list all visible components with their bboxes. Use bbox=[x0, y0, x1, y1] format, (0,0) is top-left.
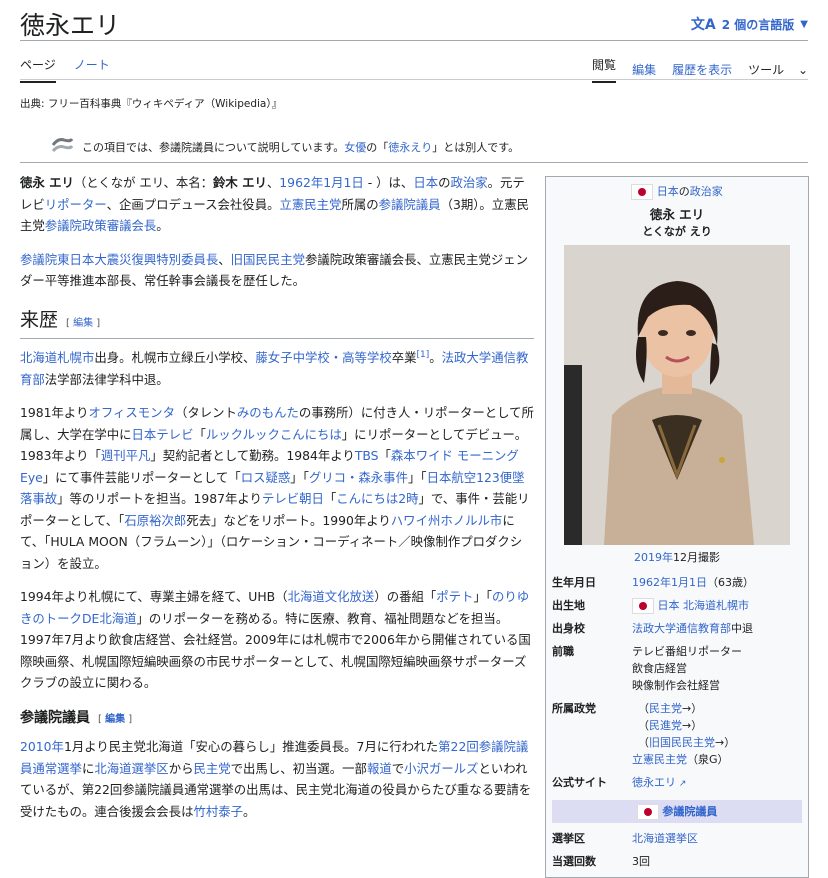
link-glico[interactable]: グリコ・森永事件 bbox=[309, 470, 408, 485]
link-japan[interactable]: 日本 bbox=[657, 185, 679, 198]
infobox-row-school: 出身校 法政大学通信教育部中退 bbox=[552, 622, 753, 635]
office-bar: 参議院議員 bbox=[552, 800, 802, 823]
link-politician[interactable]: 政治家 bbox=[450, 175, 487, 190]
link-birthplace[interactable]: 日本 北海道札幌市 bbox=[658, 599, 750, 612]
link-ozawa-girls[interactable]: 小沢ガールズ bbox=[404, 761, 478, 776]
link-konnichiwa-2ji[interactable]: こんにちは2時 bbox=[336, 491, 418, 506]
councillor-paragraph: 2010年1月より民主党北海道「安心の暮らし」推進委員長。7月に行われた第22回… bbox=[20, 739, 532, 819]
page-title: 徳永エリ bbox=[20, 11, 121, 40]
section-heading-career: 来歴[ 編集 ] bbox=[20, 309, 534, 339]
link-sapporo[interactable]: 北海道札幌市 bbox=[20, 350, 94, 365]
reference-1[interactable]: [1] bbox=[417, 350, 430, 360]
link-politician[interactable]: 政治家 bbox=[690, 185, 723, 198]
tab-history[interactable]: 履歴を表示 bbox=[672, 61, 732, 78]
tools-label: ツール bbox=[748, 63, 785, 77]
link-ntv[interactable]: 日本テレビ bbox=[132, 427, 194, 442]
link-councillor[interactable]: 参議院議員 bbox=[379, 197, 441, 212]
title-divider bbox=[20, 40, 808, 41]
infobox: 日本の政治家 徳永 エリ とくなが えり 2019年12月撮影 生年月日 196… bbox=[545, 176, 809, 878]
japan-flag-icon bbox=[636, 804, 659, 820]
infobox-row-wins: 当選回数 3回 bbox=[552, 855, 650, 868]
link-reporter[interactable]: リポーター bbox=[45, 197, 107, 212]
tools-menu[interactable]: ツール ⌄ bbox=[748, 61, 808, 78]
link-party-cdp[interactable]: 立憲民主党 bbox=[632, 753, 687, 766]
infobox-row-district: 選挙区 北海道選挙区 bbox=[552, 832, 698, 845]
language-count: 2 個の言語版 bbox=[721, 17, 795, 32]
link-news[interactable]: 報道 bbox=[367, 761, 392, 776]
infobox-header: 日本の政治家 bbox=[546, 177, 808, 200]
portrait-photo[interactable] bbox=[564, 245, 790, 545]
link-office[interactable]: 参議院議員 bbox=[662, 805, 717, 818]
link-office-monta[interactable]: オフィスモンタ bbox=[88, 405, 175, 420]
link-tv-asahi[interactable]: テレビ朝日 bbox=[262, 491, 324, 506]
edit-link[interactable]: 編集 bbox=[105, 714, 125, 725]
link-ishihara[interactable]: 石原裕次郎 bbox=[124, 513, 186, 528]
hatnote: この項目では、参議院議員について説明しています。女優の「徳永えり」とは別人です。 bbox=[50, 136, 519, 157]
section-heading-councillor: 参議院議員[ 編集 ] bbox=[20, 709, 133, 726]
link-tokunaga-eri[interactable]: 徳永えり bbox=[388, 141, 432, 154]
portrait-illustration bbox=[564, 245, 790, 545]
infobox-row-website: 公式サイト 徳永エリ ↗ bbox=[552, 776, 687, 789]
career-paragraph-1: 北海道札幌市出身。札幌市立緑丘小学校、藤女子中学校・高等学校卒業[1]。法政大学… bbox=[20, 349, 529, 387]
link-old-dpfp[interactable]: 旧国民民主党 bbox=[231, 252, 305, 267]
link-2019[interactable]: 2019年 bbox=[634, 551, 673, 564]
japan-flag-icon bbox=[632, 598, 654, 614]
link-heibon[interactable]: 週刊平凡 bbox=[101, 448, 151, 463]
link-potato[interactable]: ポテト bbox=[436, 589, 473, 604]
chevron-down-icon: ▼ bbox=[800, 18, 808, 30]
link-policy-chair[interactable]: 参議院政策審議会長 bbox=[45, 218, 157, 233]
career-paragraph-3: 1994年より札幌にて、専業主婦を経て、UHB（北海道文化放送）の番組「ポテト」… bbox=[20, 589, 531, 690]
link-2010[interactable]: 2010年 bbox=[20, 739, 64, 754]
link-takemura[interactable]: 竹村泰子 bbox=[193, 804, 243, 819]
edit-link[interactable]: 編集 bbox=[73, 318, 93, 329]
photo-caption: 2019年12月撮影 bbox=[634, 551, 720, 564]
link-los-giwaku[interactable]: ロス疑惑 bbox=[241, 470, 291, 485]
translate-icon: 文A bbox=[690, 17, 716, 33]
link-cdp[interactable]: 立憲民主党 bbox=[279, 197, 341, 212]
infobox-name: 徳永 エリ bbox=[649, 207, 705, 222]
link-actress[interactable]: 女優 bbox=[344, 141, 366, 154]
link-dob[interactable]: 1962年1月1日 bbox=[279, 175, 363, 190]
link-hokkaido-district[interactable]: 北海道選挙区 bbox=[94, 761, 168, 776]
link-uhb[interactable]: 北海道文化放送 bbox=[288, 589, 375, 604]
external-link-icon: ↗ bbox=[676, 779, 687, 789]
link-tbs[interactable]: TBS bbox=[355, 448, 379, 463]
hatnote-text: この項目では、参議院議員について説明しています。女優の「徳永えり」とは別人です。 bbox=[82, 140, 520, 154]
infobox-row-birthplace: 出生地 日本 北海道札幌市 bbox=[552, 598, 750, 614]
link-honolulu[interactable]: ハワイ州ホノルル市 bbox=[391, 513, 503, 528]
link-district[interactable]: 北海道選挙区 bbox=[632, 832, 698, 845]
link-dpj[interactable]: 民主党 bbox=[193, 761, 230, 776]
infobox-row-previous-job: 前職 テレビ番組リポーター 飲食店経営 映像制作会社経営 bbox=[552, 645, 742, 692]
infobox-row-party: 所属政党 （民主党→） （民進党→） （旧国民民主党→） 立憲民主党（泉G） bbox=[552, 702, 736, 766]
link-mino-monta[interactable]: みのもんた bbox=[237, 405, 299, 420]
hatnote-divider bbox=[20, 162, 808, 163]
tabs-divider bbox=[20, 79, 808, 80]
link-japan[interactable]: 日本 bbox=[413, 175, 438, 190]
link-party-old-dpfp[interactable]: 旧国民民主党 bbox=[649, 736, 715, 749]
link-party-dpj[interactable]: 民主党 bbox=[649, 702, 682, 715]
career-paragraph-2: 1981年よりオフィスモンタ（タレントみのもんたの事務所）に付き人・リポーターと… bbox=[20, 405, 534, 571]
tab-edit[interactable]: 編集 bbox=[632, 61, 656, 78]
link-reconstruction-committee[interactable]: 参議院東日本大震災復興特別委員長 bbox=[20, 252, 218, 267]
language-button[interactable]: 文A 2 個の言語版 ▼ bbox=[691, 14, 808, 34]
link-birthdate[interactable]: 1962年1月1日 bbox=[632, 576, 707, 589]
disambiguation-icon bbox=[50, 136, 74, 157]
source-line: 出典: フリー百科事典『ウィキペディア（Wikipedia）』 bbox=[20, 98, 283, 110]
link-fuji-school[interactable]: 藤女子中学校・高等学校 bbox=[255, 350, 391, 365]
lead-paragraph: 徳永 エリ（とくなが エリ、本名：鈴木 エリ、1962年1月1日 - ）は、日本… bbox=[20, 175, 529, 233]
link-party-dp[interactable]: 民進党 bbox=[649, 719, 682, 732]
chevron-down-icon: ⌄ bbox=[797, 63, 808, 77]
infobox-kana: とくなが えり bbox=[642, 225, 712, 238]
lead-paragraph-2: 参議院東日本大震災復興特別委員長、旧国民民主党参議院政策審議会長、立憲民主党ジェ… bbox=[20, 251, 529, 289]
japan-flag-icon bbox=[631, 184, 654, 200]
article-body: 徳永 エリ（とくなが エリ、本名：鈴木 エリ、1962年1月1日 - ）は、日本… bbox=[20, 172, 534, 834]
link-look-look[interactable]: ルックルックこんにちは bbox=[206, 427, 342, 442]
infobox-row-birth: 生年月日 1962年1月1日（63歳） bbox=[552, 576, 754, 589]
link-school[interactable]: 法政大学通信教育部 bbox=[632, 622, 731, 635]
link-official-site[interactable]: 徳永エリ bbox=[632, 776, 676, 789]
